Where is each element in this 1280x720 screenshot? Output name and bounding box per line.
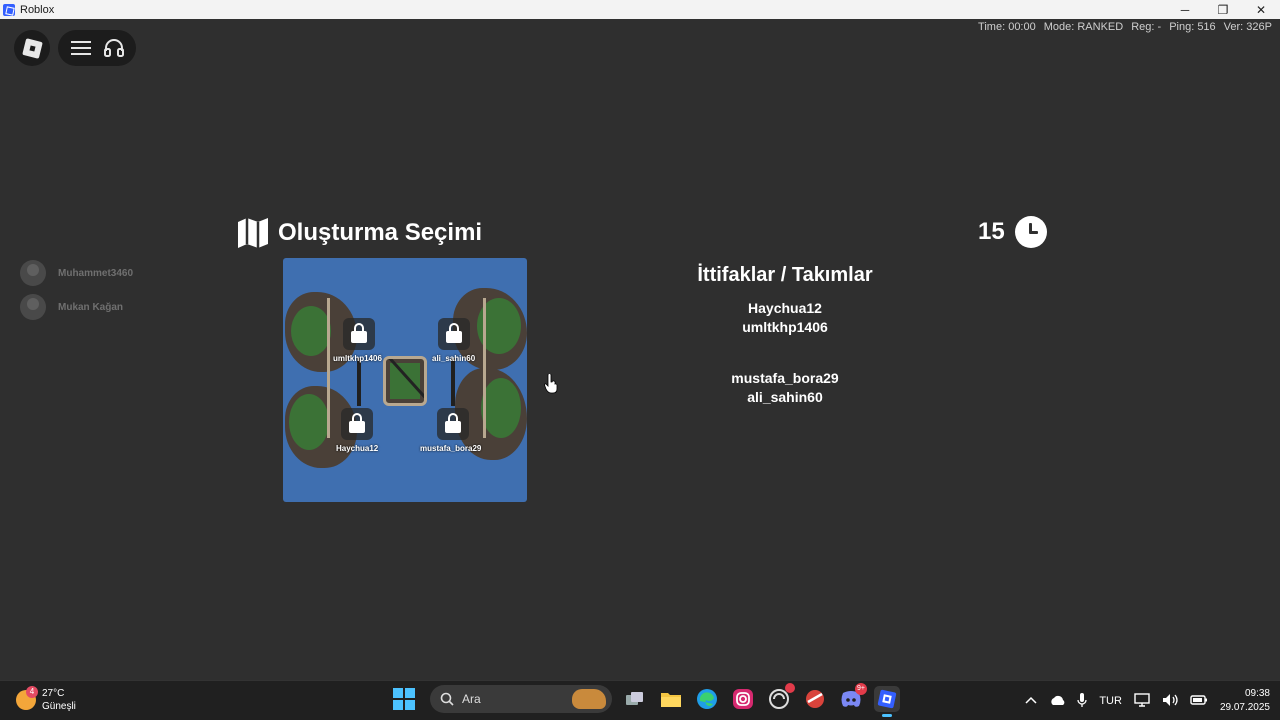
team-member: mustafa_bora29	[731, 370, 839, 386]
volume-icon[interactable]	[1162, 693, 1178, 710]
roblox-taskbar-icon[interactable]	[874, 686, 900, 717]
bridge	[357, 358, 361, 406]
weather-widget[interactable]: 4 27°C Güneşli	[16, 686, 76, 713]
lock-icon	[445, 413, 461, 433]
windows-start-icon[interactable]	[393, 688, 415, 710]
team-member: umltkhp1406	[742, 319, 828, 335]
chevron-up-icon[interactable]	[1025, 695, 1037, 707]
window-titlebar: Roblox ─ ❐ ✕	[0, 0, 1280, 19]
sand-edge	[483, 298, 486, 438]
battery-icon[interactable]	[1190, 694, 1208, 709]
lock-icon	[349, 413, 365, 433]
window-title: Roblox	[20, 3, 55, 16]
taskbar-search[interactable]: Ara	[430, 685, 612, 713]
stat-time: Time: 00:00	[978, 21, 1036, 33]
map-icon	[238, 218, 268, 248]
stat-mode: Mode: RANKED	[1043, 21, 1124, 33]
clock-date: 29.07.2025	[1219, 702, 1270, 713]
player-entry[interactable]: Mukan Kağan	[20, 292, 133, 322]
spawn-lock-ali-sahin60[interactable]	[438, 318, 470, 350]
network-icon[interactable]	[1134, 692, 1150, 710]
team-member: ali_sahin60	[747, 389, 823, 405]
chatgpt-icon[interactable]	[766, 683, 795, 712]
teams-panel: İttifaklar / Takımlar Haychua12 umltkhp1…	[640, 264, 930, 439]
weather-badge: 4	[26, 686, 38, 698]
avatar	[20, 294, 46, 320]
teams-title: İttifaklar / Takımlar	[697, 264, 873, 286]
discord-badge: 9+	[855, 683, 867, 695]
windows-taskbar: 4 27°C Güneşli Ara 9+ TUR 09:38 29.07.20…	[0, 680, 1280, 720]
avatar	[20, 260, 46, 286]
team-member: Haychua12	[748, 300, 822, 316]
microphone-icon[interactable]	[1077, 692, 1087, 710]
spawn-lock-umltkhp1406[interactable]	[343, 318, 375, 350]
player-name: Mukan Kağan	[58, 301, 124, 313]
notification-dot	[785, 683, 795, 693]
grass-patch	[481, 378, 521, 438]
spawn-map: umltkhp1406 ali_sahin60 Haychua12 mustaf…	[283, 258, 527, 502]
stat-ver: Ver: 326P	[1223, 21, 1272, 33]
team-group: Haychua12 umltkhp1406	[640, 299, 930, 337]
player-entry[interactable]: Muhammet3460	[20, 258, 133, 288]
hamburger-menu-icon[interactable]	[67, 34, 95, 62]
search-icon	[440, 692, 454, 706]
taskbar-apps: Ara 9+	[388, 683, 900, 717]
countdown-timer: 15	[978, 216, 1047, 248]
bridge	[451, 358, 455, 406]
server-stats: Time: 00:00 Mode: RANKED Reg: - Ping: 51…	[978, 21, 1272, 33]
file-explorer-icon[interactable]	[658, 686, 684, 712]
weather-desc: Güneşli	[42, 701, 76, 712]
player-list: Muhammet3460 Mukan Kağan	[20, 258, 133, 326]
spawn-lock-haychua12[interactable]	[341, 408, 373, 440]
headset-icon[interactable]	[100, 34, 128, 62]
stat-ping: Ping: 516	[1169, 21, 1216, 33]
roblox-menu-button[interactable]	[14, 30, 50, 66]
system-tray: TUR 09:38 29.07.2025	[1025, 687, 1270, 715]
language-indicator[interactable]: TUR	[1099, 695, 1122, 707]
clock-time: 09:38	[1244, 688, 1270, 699]
discord-icon[interactable]: 9+	[838, 683, 867, 712]
roblox-logo-icon	[21, 37, 43, 59]
team-group: mustafa_bora29 ali_sahin60	[640, 369, 930, 407]
center-island	[383, 356, 427, 406]
red-app-icon[interactable]	[802, 686, 828, 712]
spawn-label: umltkhp1406	[333, 354, 382, 363]
roblox-topbar-pill	[58, 30, 136, 66]
page-title: Oluşturma Seçimi	[278, 219, 483, 246]
stat-reg: Reg: -	[1131, 21, 1162, 33]
restore-button[interactable]: ❐	[1204, 0, 1242, 19]
roblox-app-icon	[3, 3, 15, 16]
sand-edge	[327, 298, 330, 438]
spawn-label: ali_sahin60	[432, 354, 476, 363]
countdown-value: 15	[978, 218, 1005, 245]
close-button[interactable]: ✕	[1242, 0, 1280, 19]
search-placeholder: Ara	[462, 692, 481, 706]
spawn-label: mustafa_bora29	[420, 444, 482, 453]
spawn-lock-mustafa-bora29[interactable]	[437, 408, 469, 440]
task-view-icon[interactable]	[622, 686, 648, 712]
weather-temp: 27°C	[42, 688, 65, 699]
minimize-button[interactable]: ─	[1166, 0, 1204, 19]
lock-icon	[446, 323, 462, 343]
lock-icon	[351, 323, 367, 343]
grass-patch	[289, 394, 329, 450]
edge-browser-icon[interactable]	[694, 686, 720, 712]
spawn-selection-header: Oluşturma Seçimi	[236, 216, 482, 250]
sun-icon: 4	[16, 686, 38, 710]
tiger-search-highlight-icon	[572, 689, 606, 709]
spawn-label: Haychua12	[336, 444, 379, 453]
taskbar-clock[interactable]: 09:38 29.07.2025	[1220, 687, 1270, 715]
player-name: Muhammet3460	[58, 267, 134, 279]
hand-cursor-icon	[544, 374, 558, 394]
instagram-icon[interactable]	[730, 686, 756, 712]
clock-icon	[1014, 216, 1047, 248]
grass-patch	[291, 306, 331, 356]
onedrive-cloud-icon[interactable]	[1049, 695, 1065, 708]
